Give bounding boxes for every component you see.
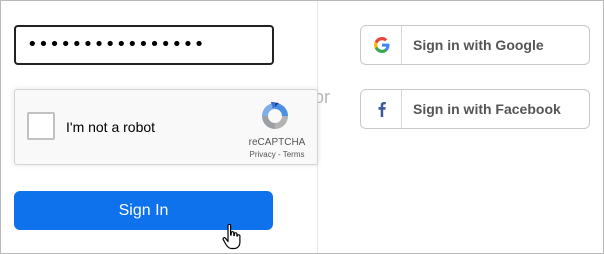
password-value: •••••••••••••••• (27, 34, 205, 55)
recaptcha-logo-icon (262, 102, 288, 129)
recaptcha-widget: I'm not a robot reCAPTCHA Privacy - Term… (14, 89, 318, 165)
google-button-label: Sign in with Google (413, 37, 544, 53)
facebook-icon (378, 102, 386, 117)
recaptcha-checkbox[interactable] (27, 112, 55, 140)
recaptcha-brand: reCAPTCHA (248, 137, 306, 148)
google-icon (374, 37, 390, 53)
password-field[interactable]: •••••••••••••••• (14, 25, 274, 65)
recaptcha-label: I'm not a robot (66, 119, 156, 135)
sign-in-facebook-button[interactable]: Sign in with Facebook (360, 89, 590, 129)
sign-in-google-button[interactable]: Sign in with Google (360, 25, 590, 65)
recaptcha-privacy-terms[interactable]: Privacy - Terms (241, 150, 313, 159)
facebook-button-label: Sign in with Facebook (413, 101, 561, 117)
hand-cursor-icon (222, 224, 241, 250)
